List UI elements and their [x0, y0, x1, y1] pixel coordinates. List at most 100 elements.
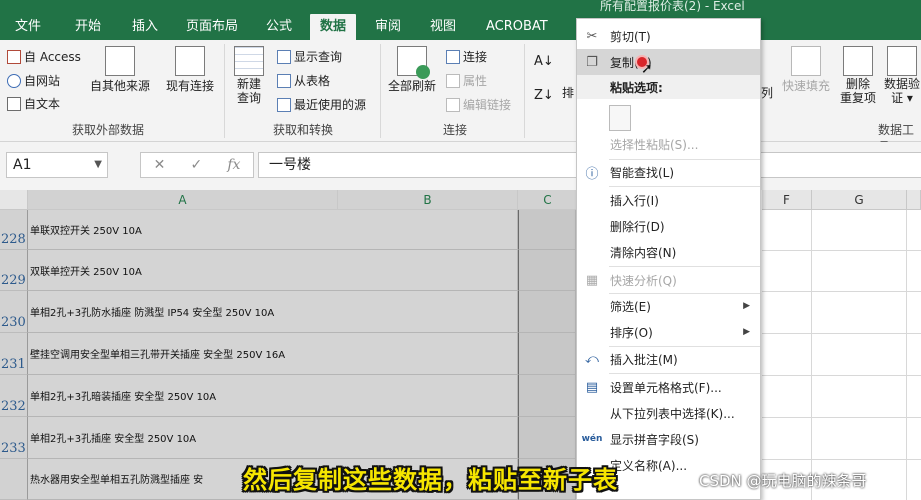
- column-header-b[interactable]: B: [338, 190, 518, 210]
- cell-c[interactable]: [518, 333, 576, 375]
- cell-c[interactable]: [518, 250, 576, 291]
- row-header[interactable]: 230: [0, 291, 28, 333]
- from-table-button[interactable]: 从表格: [277, 72, 330, 89]
- row-header[interactable]: 229: [0, 250, 28, 291]
- tab-formulas[interactable]: 公式: [266, 14, 292, 40]
- cell-a[interactable]: 单相2孔+3孔暗装插座 安全型 250V 10A: [28, 375, 518, 417]
- connections-button[interactable]: 连接: [446, 48, 487, 65]
- refresh-all-label: 全部刷新: [388, 79, 437, 93]
- chevron-down-icon[interactable]: ▼: [94, 153, 102, 177]
- flash-fill-icon: [791, 46, 821, 76]
- menu-item-copy[interactable]: ❐ 复制(C) ➚: [577, 49, 760, 77]
- window-title: 所有配置报价表(2) - Excel: [600, 0, 745, 13]
- column-header-a[interactable]: A: [28, 190, 338, 210]
- comment-icon: ⤺: [585, 351, 599, 367]
- connections-file-icon: [175, 46, 205, 76]
- table-icon: [277, 73, 291, 88]
- worksheet-grid[interactable]: A B C F G 228 单联双控开关 250V 10A 229 双联单控开关…: [0, 190, 921, 500]
- menu-item-label: 设置单元格格式(F)...: [610, 380, 722, 395]
- cell-a[interactable]: 壁挂空调用安全型单相三孔带开关插座 安全型 250V 16A: [28, 333, 518, 375]
- from-web-button[interactable]: 自网站: [7, 72, 60, 89]
- cancel-icon[interactable]: ✕: [154, 157, 166, 173]
- column-g-cells[interactable]: [812, 210, 907, 500]
- enter-icon[interactable]: ✓: [190, 157, 202, 173]
- column-f-cells[interactable]: [762, 210, 812, 500]
- grid-line: [762, 375, 921, 376]
- menu-item-phonetic[interactable]: wén 显示拼音字段(S): [577, 426, 760, 452]
- menu-item-quick-analysis[interactable]: ▦ 快速分析(Q): [577, 267, 760, 293]
- cell-a[interactable]: 单相2孔+3孔防水插座 防溅型 IP54 安全型 250V 10A: [28, 291, 518, 333]
- tab-acrobat[interactable]: ACROBAT: [486, 14, 548, 40]
- tab-home[interactable]: 开始: [75, 14, 101, 40]
- menu-item-clear-contents[interactable]: 清除内容(N): [577, 239, 760, 265]
- column-header-h[interactable]: [907, 190, 921, 210]
- row-header[interactable]: 232: [0, 375, 28, 417]
- select-all-corner[interactable]: [0, 190, 28, 210]
- remove-duplicates-button[interactable]: 删除 重复项: [840, 46, 876, 105]
- tab-review[interactable]: 审阅: [375, 14, 401, 40]
- group-transform-label: 获取和转换: [273, 123, 334, 137]
- menu-item-label: 删除行(D): [610, 219, 665, 234]
- remove-duplicates-label: 删除 重复项: [840, 77, 877, 105]
- edit-links-icon: [446, 97, 460, 112]
- menu-item-label: 选择性粘贴(S)...: [610, 137, 699, 152]
- cell-a[interactable]: 双联单控开关 250V 10A: [28, 250, 518, 291]
- show-queries-label: 显示查询: [294, 50, 343, 64]
- recent-sources-button[interactable]: 最近使用的源: [277, 96, 366, 113]
- ribbon-separator: [380, 44, 381, 138]
- paste-clipboard-icon[interactable]: [609, 105, 631, 131]
- web-icon: [7, 73, 21, 88]
- edit-links-button[interactable]: 编辑链接: [446, 96, 511, 113]
- menu-item-format-cells[interactable]: ▤ 设置单元格格式(F)...: [577, 374, 760, 400]
- tab-file[interactable]: 文件: [15, 14, 41, 40]
- tab-data[interactable]: 数据: [310, 14, 357, 40]
- ribbon-separator: [524, 44, 525, 138]
- name-box[interactable]: A1 ▼: [6, 152, 108, 178]
- flash-fill-button[interactable]: 快速填充: [782, 46, 830, 94]
- other-sources-button[interactable]: 自其他来源: [90, 46, 150, 94]
- sort-label-partial: 排: [562, 86, 575, 100]
- refresh-all-button[interactable]: 全部刷新: [388, 46, 436, 94]
- data-validation-button[interactable]: 数据验 证 ▾: [884, 46, 920, 105]
- row-header[interactable]: 231: [0, 333, 28, 375]
- menu-item-sort[interactable]: 排序(O) ▶: [577, 319, 760, 345]
- from-text-button[interactable]: 自文本: [7, 95, 60, 112]
- column-header-g[interactable]: G: [812, 190, 907, 210]
- existing-connections-button[interactable]: 现有连接: [166, 46, 214, 94]
- recent-sources-icon: [277, 97, 291, 112]
- tab-view[interactable]: 视图: [430, 14, 456, 40]
- cell-c[interactable]: [518, 375, 576, 417]
- column-header-c[interactable]: C: [518, 190, 578, 210]
- new-query-button[interactable]: 新建 查询: [234, 46, 264, 105]
- column-header-f[interactable]: F: [762, 190, 812, 210]
- menu-item-insert-comment[interactable]: ⤺ 插入批注(M): [577, 346, 760, 372]
- menu-item-label: 排序(O): [610, 325, 653, 340]
- cell-c[interactable]: [518, 291, 576, 333]
- insert-function-icon[interactable]: fx: [227, 157, 240, 173]
- queries-icon: [277, 49, 291, 64]
- menu-item-insert-row[interactable]: 插入行(I): [577, 187, 760, 213]
- show-queries-button[interactable]: 显示查询: [277, 48, 342, 65]
- sort-za-icon[interactable]: Z↓: [534, 88, 554, 103]
- menu-item-smart-lookup[interactable]: ⓘ 智能查找(L): [577, 159, 760, 185]
- cell-a[interactable]: 单相2孔+3孔插座 安全型 250V 10A: [28, 417, 518, 459]
- menu-item-paste-special[interactable]: 选择性粘贴(S)...: [577, 131, 760, 157]
- text-file-icon: [7, 96, 21, 111]
- menu-item-filter[interactable]: 筛选(E) ▶: [577, 293, 760, 319]
- row-header[interactable]: [0, 459, 28, 500]
- row-header[interactable]: 228: [0, 210, 28, 250]
- sort-az-icon[interactable]: A↓: [534, 54, 554, 69]
- menu-item-pick-from-list[interactable]: 从下拉列表中选择(K)...: [577, 400, 760, 426]
- row-header[interactable]: 233: [0, 417, 28, 459]
- tab-page-layout[interactable]: 页面布局: [186, 14, 238, 40]
- tab-insert[interactable]: 插入: [132, 14, 158, 40]
- cell-a[interactable]: 单联双控开关 250V 10A: [28, 210, 518, 250]
- properties-button[interactable]: 属性: [446, 72, 487, 89]
- menu-item-delete-row[interactable]: 删除行(D): [577, 213, 760, 239]
- cell-c[interactable]: [518, 210, 576, 250]
- format-cells-icon: ▤: [585, 379, 599, 395]
- cell-c[interactable]: [518, 417, 576, 459]
- grid-line: [762, 250, 921, 251]
- menu-item-cut[interactable]: ✂ 剪切(T): [577, 23, 760, 49]
- from-access-button[interactable]: 自 Access: [7, 48, 81, 65]
